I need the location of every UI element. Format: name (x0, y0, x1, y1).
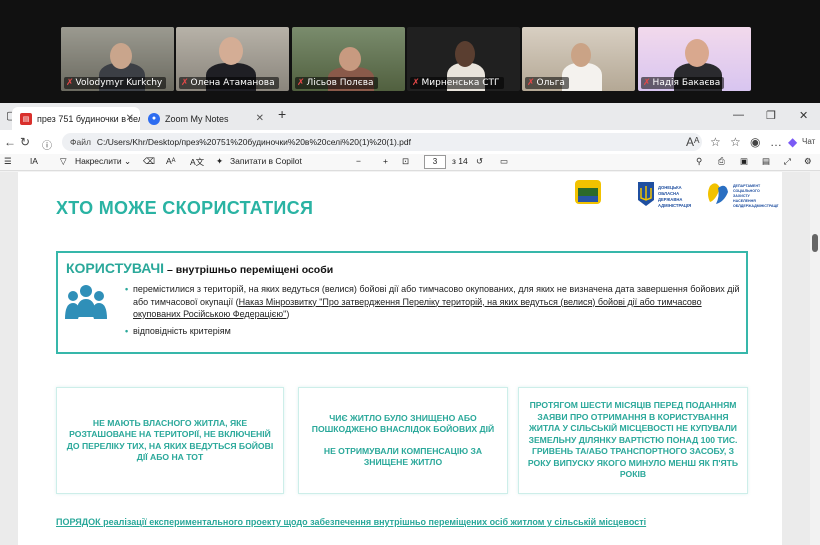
close-window-icon[interactable]: ✕ (799, 109, 808, 122)
participant-name: ✗ Ольга (525, 77, 569, 89)
save-icon[interactable]: ▣ (740, 156, 748, 167)
svg-text:СОЦІАЛЬНОГО: СОЦІАЛЬНОГО (733, 189, 760, 193)
participant-tile[interactable]: ✗ Мирненська СТГ (407, 27, 520, 91)
participant-name: ✗ Volodymyr Kurkchy (64, 77, 167, 89)
muted-mic-icon: ✗ (66, 78, 74, 88)
settings-icon[interactable]: ⚙ (804, 156, 812, 167)
participant-tile[interactable]: ✗ Ольга (522, 27, 635, 91)
rotate-icon[interactable]: ↺ (476, 156, 483, 167)
save-as-icon[interactable]: ▤ (762, 156, 770, 167)
slide-title: ХТО МОЖЕ СКОРИСТАТИСЯ (56, 198, 314, 218)
svg-text:ДЕРЖАВНА: ДЕРЖАВНА (658, 197, 682, 202)
svg-text:НАСЕЛЕННЯ: НАСЕЛЕННЯ (733, 199, 756, 203)
participant-tile[interactable]: ✗ Олена Атаманова (176, 27, 289, 91)
ask-copilot-button[interactable]: Запитати в Copilot (230, 156, 302, 166)
criteria-card-purchases: ПРОТЯГОМ ШЕСТИ МІСЯЦІВ ПЕРЕД ПОДАННЯМ ЗА… (518, 387, 748, 494)
pdf-toolbar: ☰ ǀA ▽ Накреслити ⌄ ⌫ Aᴬ A文 ✦ Запитати в… (0, 154, 820, 171)
people-group-icon (65, 285, 107, 319)
bullet-territories: • перемістилися з територій, на яких вед… (125, 284, 740, 319)
svg-text:ОБЛАСНА: ОБЛАСНА (658, 191, 679, 196)
svg-text:АДМІНІСТРАЦІЯ: АДМІНІСТРАЦІЯ (658, 203, 691, 208)
participant-name: ✗ Лісьов Полєва (295, 77, 378, 89)
page-total: з 14 (452, 156, 468, 166)
draw-button[interactable]: Накреслити (75, 156, 122, 166)
text-size-icon[interactable]: Aᴬ (166, 156, 176, 166)
svg-text:ДЕПАРТАМЕНТ: ДЕПАРТАМЕНТ (733, 184, 761, 188)
search-icon[interactable]: ⚲ (696, 156, 702, 167)
browser-window: ▢ ▤ през 751 будиночки в селі (1) (1) ✕ … (0, 103, 820, 545)
pdf-icon: ▤ (20, 112, 32, 125)
users-heading: КОРИСТУВАЧІ – внутрішньо переміщені особ… (66, 260, 334, 276)
participant-name: ✗ Мирненська СТГ (410, 77, 504, 89)
ukraine-trident-icon (638, 182, 654, 206)
bullet-criteria: • відповідність критеріям (125, 326, 231, 336)
pdf-page: ХТО МОЖЕ СКОРИСТАТИСЯ ДОНЕЦЬКА ОБЛАСНА Д… (18, 172, 782, 545)
zoom-participant-strip: ✗ Volodymyr Kurkchy ✗ Олена Атаманова ✗ Ліс… (0, 0, 820, 103)
tab-bar: ▢ ▤ през 751 будиночки в селі (1) (1) ✕ … (0, 103, 820, 130)
muted-mic-icon: ✗ (181, 78, 189, 88)
bullet-dot: • (125, 326, 129, 336)
muted-mic-icon: ✗ (297, 78, 305, 88)
page-number-input[interactable]: 3 (424, 155, 446, 169)
criteria-card-housing: НЕ МАЮТЬ ВЛАСНОГО ЖИТЛА, ЯКЕ РОЗТАШОВАНЕ… (56, 387, 284, 494)
users-box: КОРИСТУВАЧІ – внутрішньо переміщені особ… (56, 251, 748, 354)
info-icon[interactable]: ⓘ (42, 137, 52, 152)
muted-mic-icon: ✗ (527, 78, 535, 88)
text-view-icon[interactable]: ǀA (30, 156, 38, 166)
close-icon[interactable]: ✕ (256, 113, 264, 124)
new-tab-icon[interactable]: + (278, 106, 286, 122)
more-icon[interactable]: … (770, 135, 782, 149)
svg-text:ДОНЕЦЬКА: ДОНЕЦЬКА (658, 185, 682, 190)
scrollbar[interactable] (810, 172, 820, 545)
donetsk-coat-of-arms-icon (575, 180, 601, 204)
maximize-icon[interactable]: ❐ (766, 109, 776, 122)
muted-mic-icon: ✗ (412, 78, 420, 88)
address-bar-row: ← ↻ ⓘ Файл C:/Users/Khr/Desktop/през%207… (0, 130, 820, 154)
zoom-out-button[interactable]: − (356, 156, 361, 166)
participant-name: ✗ Надія Бакаєва (641, 77, 725, 89)
print-icon[interactable]: ⎙ (718, 156, 725, 167)
social-department-icon (708, 183, 728, 204)
contents-icon[interactable]: ☰ (4, 156, 12, 167)
erase-icon[interactable]: ⌫ (143, 156, 155, 167)
page-view-icon[interactable]: ▭ (500, 156, 508, 167)
criteria-card-destroyed: ЧИЄ ЖИТЛО БУЛО ЗНИЩЕНО АБО ПОШКОДЖЕНО ВН… (298, 387, 508, 494)
refresh-icon[interactable]: ↻ (20, 135, 30, 149)
zoom-icon: ● (148, 112, 160, 125)
order-link[interactable]: ПОРЯДОК реалізації експериментального пр… (56, 517, 646, 527)
expand-icon[interactable]: ⤢ (784, 156, 791, 167)
chevron-down-icon[interactable]: ⌄ (124, 156, 131, 167)
tab-zoom-notes[interactable]: ● Zoom My Notes ✕ (140, 107, 270, 130)
participant-tile[interactable]: ✗ Надія Бакаєва (638, 27, 751, 91)
profile-icon[interactable]: ◉ (750, 135, 760, 149)
participant-tile[interactable]: ✗ Volodymyr Kurkchy (61, 27, 174, 91)
scrollbar-thumb[interactable] (812, 234, 818, 252)
minimize-icon[interactable]: — (733, 109, 744, 121)
svg-text:ЗАХИСТУ: ЗАХИСТУ (733, 194, 751, 198)
close-icon[interactable]: ✕ (126, 113, 134, 124)
chat-button[interactable]: Чат (802, 137, 815, 146)
bullet-dot: • (125, 284, 129, 294)
fit-page-icon[interactable]: ⊡ (402, 156, 409, 167)
read-aloud-icon[interactable]: Aᴬ (686, 135, 699, 149)
copilot-icon[interactable]: ✦ (216, 156, 223, 167)
zoom-in-button[interactable]: + (383, 156, 388, 166)
translate-icon[interactable]: A文 (190, 156, 204, 168)
favorite-icon[interactable]: ☆ (710, 135, 721, 149)
participant-name: ✗ Олена Атаманова (179, 77, 279, 89)
copilot-icon[interactable]: ◆ (788, 135, 797, 149)
logos: ДОНЕЦЬКА ОБЛАСНА ДЕРЖАВНА АДМІНІСТРАЦІЯ … (575, 180, 779, 208)
favorites-icon[interactable]: ☆ (730, 135, 741, 149)
back-icon[interactable]: ← (4, 135, 16, 149)
muted-mic-icon: ✗ (643, 78, 651, 88)
address-input[interactable]: Файл C:/Users/Khr/Desktop/през%20751%20б… (62, 133, 702, 151)
svg-text:ОБЛДЕРЖАДМІНІСТРАЦІЇ: ОБЛДЕРЖАДМІНІСТРАЦІЇ (733, 204, 779, 208)
draw-icon[interactable]: ▽ (60, 156, 67, 167)
pdf-viewer[interactable]: ХТО МОЖЕ СКОРИСТАТИСЯ ДОНЕЦЬКА ОБЛАСНА Д… (0, 172, 820, 545)
participant-tile[interactable]: ✗ Лісьов Полєва (292, 27, 405, 91)
tab-pdf[interactable]: ▤ през 751 будиночки в селі (1) (1) ✕ (12, 107, 140, 130)
